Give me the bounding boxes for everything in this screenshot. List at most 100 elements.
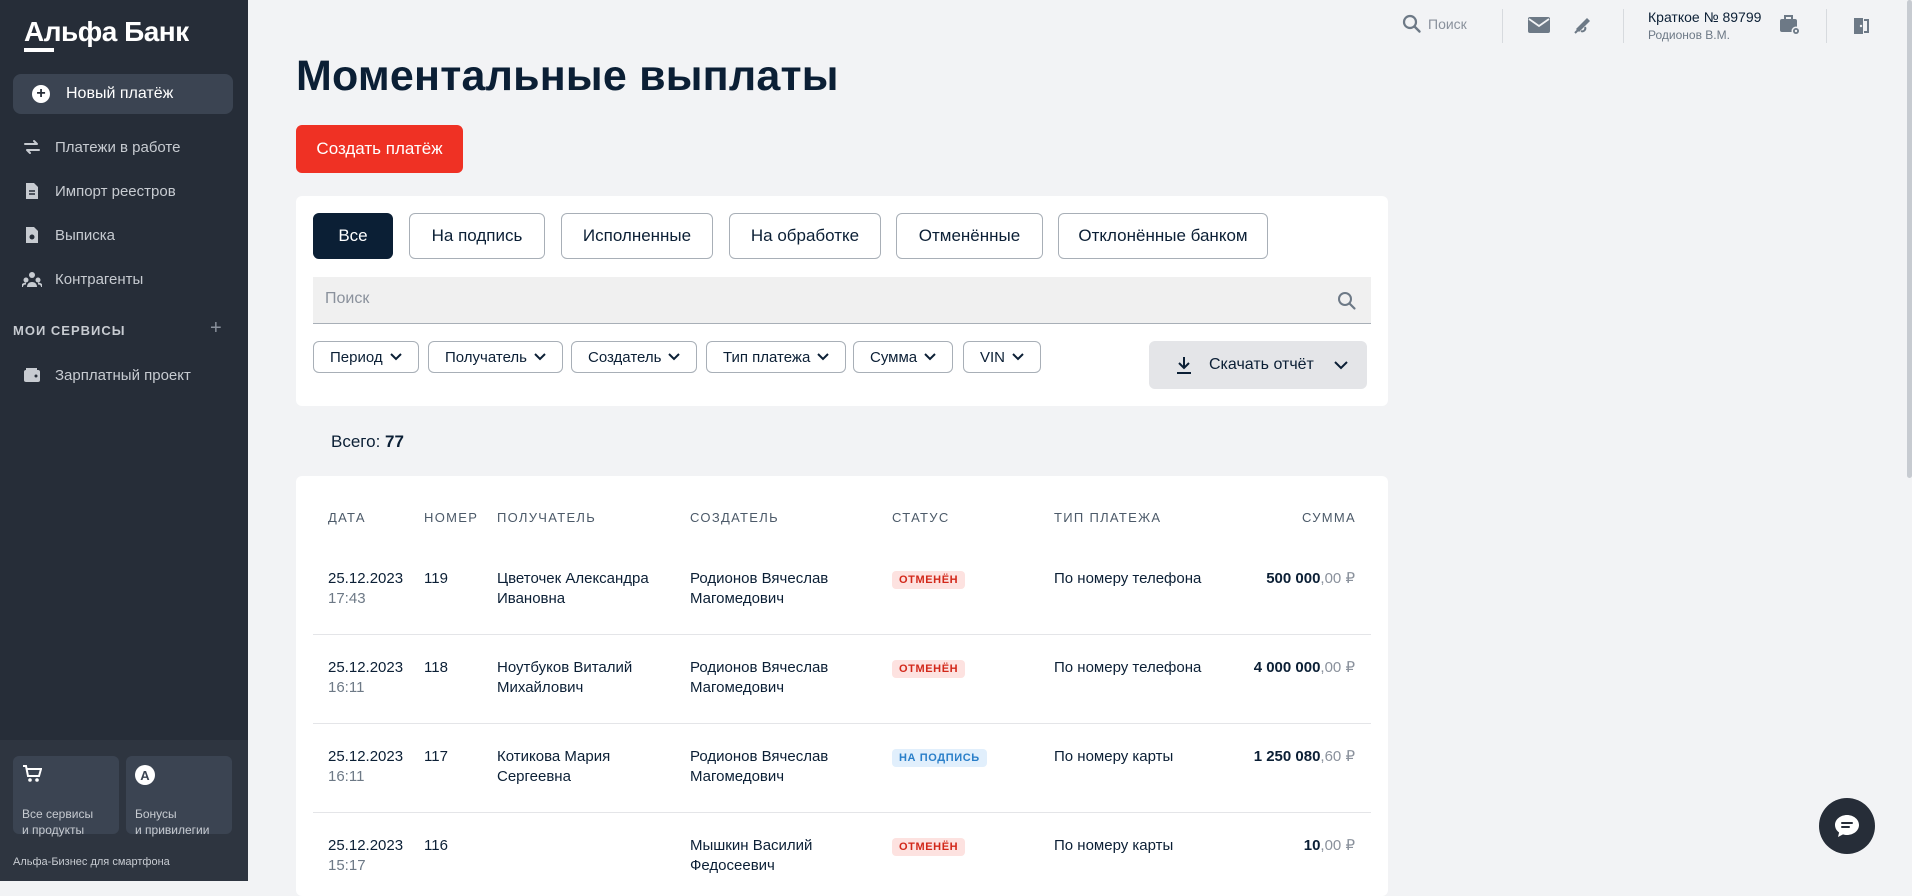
payment-type-cell: По номеру карты [1054,748,1174,765]
payment-type-cell: По номеру карты [1054,837,1174,854]
divider [1502,9,1503,43]
logo-underline [24,48,54,52]
status-badge: ОТМЕНЁН [892,660,966,678]
column-header-recipient[interactable]: ПОЛУЧАТЕЛЬ [497,510,596,525]
creator-cell: Родионов Вячеслав Магомедович [690,748,829,785]
filter-label: Создатель [588,348,662,366]
filter-amount[interactable]: Сумма [853,341,954,373]
account-name[interactable]: Краткое № 89799 [1648,9,1761,25]
bonuses-tile[interactable]: A Бонусы и привилегии [126,756,232,837]
search-input[interactable]: Поиск [313,277,1371,324]
filter-period[interactable]: Период [313,341,419,373]
filter-payment-type[interactable]: Тип платежа [706,341,847,373]
column-header-creator[interactable]: СОЗДАТЕЛЬ [690,510,779,525]
number-cell: 119 [424,570,448,587]
mail-icon[interactable] [1528,17,1550,38]
total-label: Всего: [331,432,381,451]
date-cell: 25.12.2023 16:11 [328,748,404,785]
amount-cell: 4 000 000,00 ₽ [1253,659,1355,676]
mobile-app-link[interactable]: Альфа-Бизнес для смартфона [13,856,170,868]
chevron-down-icon [1012,353,1024,361]
number-cell: 117 [424,748,448,765]
column-header-payment-type[interactable]: ТИП ПЛАТЕЖА [1054,510,1161,525]
search-icon [1402,14,1421,33]
chat-icon [1835,815,1859,837]
chevron-down-icon [668,353,681,361]
table-row[interactable]: 25.12.2023 16:11 117 Котикова Мария Сергее… [313,723,1371,813]
table-row[interactable]: 25.12.2023 17:43 119 Цветочек Александра И… [313,545,1371,635]
number-cell: 116 [424,837,448,854]
chevron-down-icon [534,353,546,361]
date-cell: 25.12.2023 17:43 [328,570,404,607]
status-badge: ОТМЕНЁН [892,838,966,856]
sidebar-item-label: Зарплатный проект [55,366,191,384]
alfa-bank-logo[interactable]: Альфа Банк [24,16,189,48]
chat-button[interactable] [1819,798,1875,854]
tile-label: Бонусы [135,807,177,821]
filter-panel: Все На подпись Исполненные На обработке … [296,196,1388,406]
status-badge: НА ПОДПИСЬ [892,749,987,767]
filter-recipient[interactable]: Получатель [428,341,563,373]
briefcase-settings-icon[interactable] [1779,14,1801,41]
number-cell: 118 [424,659,448,676]
filter-vin[interactable]: VIN [963,341,1042,373]
add-service-button[interactable]: + [210,317,222,340]
column-header-number[interactable]: НОМЕР [424,510,478,525]
amount-cell: 10,00 ₽ [1303,837,1355,854]
sidebar-item-statement[interactable]: Выписка [0,217,248,253]
all-services-tile[interactable]: Все сервисы и продукты [13,756,119,837]
tab-cancelled[interactable]: Отменённые [896,213,1043,259]
recipient-cell: Ноутбуков Виталий Михайлович [497,659,633,696]
svg-text:A: A [140,768,150,783]
statement-document-icon [21,226,43,244]
sidebar-item-label: Платежи в работе [55,138,181,156]
header-search-label: Поиск [1428,16,1467,32]
download-icon [1177,357,1191,374]
tab-to-sign[interactable]: На подпись [409,213,545,259]
payments-table: ДАТА НОМЕР ПОЛУЧАТЕЛЬ СОЗДАТЕЛЬ СТАТУС Т… [296,476,1388,896]
column-header-date[interactable]: ДАТА [328,510,366,525]
sidebar-item-salary-project[interactable]: Зарплатный проект [0,357,248,393]
search-icon[interactable] [1337,291,1357,316]
import-document-icon [21,182,43,200]
filter-creator[interactable]: Создатель [571,341,698,373]
tab-all[interactable]: Все [313,213,393,259]
cart-icon [22,765,43,788]
filter-label: Тип платежа [723,348,811,366]
recipient-cell: Цветочек Александра Ивановна [497,570,649,607]
tab-executed[interactable]: Исполненные [561,213,713,259]
download-report-button[interactable]: Скачать отчёт [1149,341,1367,389]
header-search[interactable]: Поиск [1402,14,1467,34]
account-user: Родионов В.М. [1648,28,1730,42]
scrollbar[interactable] [1907,0,1912,478]
chevron-down-icon [817,353,830,361]
new-payment-button[interactable]: + Новый платёж [13,74,233,114]
sidebar-item-import-registers[interactable]: Импорт реестров [0,173,248,209]
chevron-down-icon [389,353,402,361]
create-payment-button[interactable]: Создать платёж [296,125,463,173]
column-header-amount[interactable]: СУММА [1302,510,1356,525]
table-row[interactable]: 25.12.2023 16:11 118 Ноутбуков Виталий Мих… [313,634,1371,724]
logout-icon[interactable] [1852,16,1870,41]
creator-cell: Родионов Вячеслав Магомедович [690,570,829,607]
recipient-cell: Котикова Мария Сергеевна [497,748,611,785]
download-label: Скачать отчёт [1209,356,1314,373]
notifications-icon[interactable] [1573,15,1593,40]
sidebar-item-label: Выписка [55,226,116,244]
tab-rejected-by-bank[interactable]: Отклонённые банком [1058,213,1268,259]
tab-processing[interactable]: На обработке [729,213,881,259]
tile-label: и привилегии [135,823,210,837]
payment-type-cell: По номеру телефона [1054,659,1202,676]
column-header-status[interactable]: СТАТУС [892,510,950,525]
filter-label: Получатель [445,348,527,366]
sidebar-item-payments-in-progress[interactable]: Платежи в работе [0,129,248,165]
date-cell: 25.12.2023 16:11 [328,659,404,696]
divider [1826,9,1827,43]
sidebar-item-counterparties[interactable]: Контрагенты [0,261,248,297]
amount-cell: 500 000,00 ₽ [1266,570,1355,587]
creator-cell: Мышкин Василий Федосеевич [690,837,813,874]
arrows-exchange-icon [21,138,43,156]
filter-label: Сумма [870,348,918,366]
search-placeholder: Поиск [325,290,370,307]
table-row[interactable]: 25.12.2023 15:17 116 Мышкин Василий Федосе… [313,812,1371,896]
